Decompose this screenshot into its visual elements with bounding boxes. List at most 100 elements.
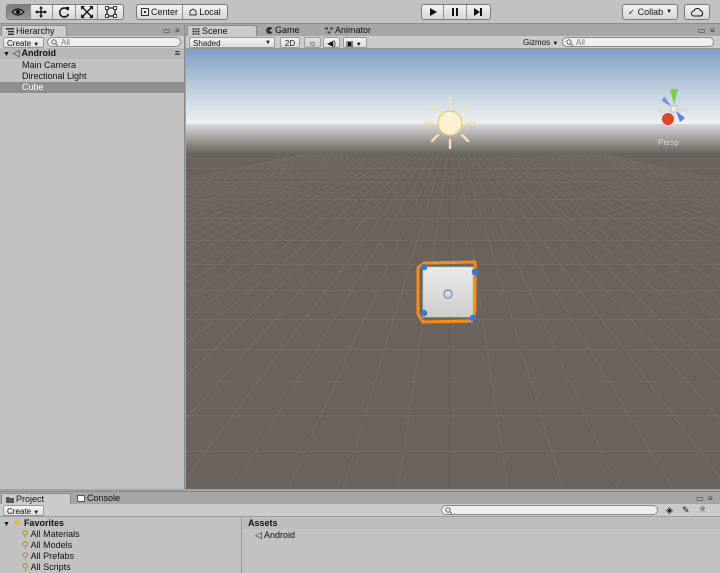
scene-subbar: Shaded ▼ 2D ☼ ◀) ▣ ▼ Gizmos ▼ All (186, 36, 720, 49)
hierarchy-item-directional-light[interactable]: Directional Light (0, 71, 184, 82)
scene-lighting-toggle[interactable]: ☼ (304, 37, 321, 48)
tab-hierarchy-label: Hierarchy (16, 26, 55, 36)
cube-handle[interactable] (469, 314, 477, 322)
collab-button[interactable]: ✓ Collab ▼ (623, 5, 677, 19)
gizmos-dropdown[interactable]: Gizmos ▼ (520, 37, 560, 48)
favorite-item[interactable]: ⚲ All Materials (22, 529, 80, 540)
tab-project[interactable]: Project (1, 493, 71, 504)
project-subbar: Create ▼ ◈ ✎ ★ (0, 504, 720, 517)
chevron-down-icon: ▼ (33, 510, 40, 516)
directional-light-icon[interactable] (423, 96, 477, 150)
scene-panel: Scene Game Animator ▭ ≡ Shaded ▼ 2D ☼ ◀)… (186, 24, 720, 489)
space-local-button[interactable]: Local (183, 5, 227, 19)
scene-canvas[interactable]: Persp (186, 49, 720, 489)
speaker-icon: ◀) (327, 39, 336, 48)
tab-console[interactable]: Console (73, 493, 133, 504)
collab-check-icon: ✓ (627, 7, 635, 17)
scene-search-input[interactable]: All (562, 37, 714, 47)
play-icon[interactable] (422, 5, 445, 19)
assets-header: Assets (248, 518, 278, 528)
favorite-item[interactable]: ⚲ All Models (22, 540, 72, 551)
hierarchy-tabbar: Hierarchy ▭ ≡ (0, 24, 184, 36)
project-search-input[interactable] (441, 505, 658, 515)
cube-object[interactable] (416, 260, 479, 324)
scene-root-row[interactable]: ▼ ◁ Android ≡ (0, 48, 184, 59)
create-label: Create (7, 39, 32, 48)
hierarchy-item-label: Directional Light (22, 71, 87, 81)
collab-dropdown[interactable]: ✓ Collab ▼ (622, 4, 678, 20)
gizmo-persp-label: Persp (658, 138, 679, 147)
saved-search-star-icon[interactable]: ★ (698, 504, 707, 515)
unity-scene-icon: ◁ (255, 530, 262, 540)
search-icon: ⚲ (22, 562, 29, 573)
main-toolbar: Center Local ✓ Collab ▼ (0, 0, 720, 24)
project-panel: Project Console ▭ ≡ Create ▼ ◈ ✎ ★ ▼ ★ F… (0, 491, 720, 573)
toggle-2d-button[interactable]: 2D (280, 37, 300, 48)
scene-tabbar: Scene Game Animator ▭ ≡ (186, 24, 720, 36)
lock-icon[interactable]: ▭ (163, 26, 171, 35)
scene-viewport[interactable]: Persp (186, 49, 720, 489)
search-icon: ⚲ (22, 540, 29, 551)
shading-mode-value: Shaded (193, 39, 221, 48)
pause-icon[interactable] (444, 5, 467, 19)
panel-menu-icon[interactable]: ≡ (175, 26, 180, 35)
panel-menu-icon[interactable]: ≡ (710, 26, 715, 35)
console-icon (77, 495, 85, 502)
playback-controls (421, 4, 491, 20)
scene-audio-toggle[interactable]: ◀) (323, 37, 340, 48)
favorite-item[interactable]: ⚲ All Prefabs (22, 551, 74, 562)
hierarchy-search-input[interactable]: All (47, 37, 181, 47)
scene-menu-icon[interactable]: ≡ (175, 48, 180, 59)
cube-handle[interactable] (420, 263, 428, 271)
game-pacman-icon (266, 27, 273, 34)
pivot-icon (140, 8, 149, 16)
hierarchy-item-cube[interactable]: Cube (0, 82, 184, 93)
filter-by-type-icon[interactable]: ◈ (666, 505, 673, 516)
cloud-button[interactable] (684, 4, 710, 20)
tab-hierarchy[interactable]: Hierarchy (1, 25, 67, 36)
favorite-item[interactable]: ⚲ All Scripts (22, 562, 71, 573)
tab-scene[interactable]: Scene (187, 25, 257, 36)
cube-handle[interactable] (471, 268, 479, 276)
rotate-icon[interactable] (53, 5, 76, 19)
chevron-down-icon: ▼ (552, 41, 559, 47)
assets-breadcrumb[interactable]: Assets (243, 518, 720, 529)
shading-mode-dropdown[interactable]: Shaded ▼ (189, 37, 275, 48)
step-icon[interactable] (467, 5, 490, 19)
expand-arrow-icon[interactable]: ▼ (3, 51, 10, 58)
project-create-button[interactable]: Create ▼ (3, 505, 44, 516)
asset-item[interactable]: ◁ Android (255, 530, 295, 541)
search-icon: ⚲ (22, 551, 29, 562)
cube-handle[interactable] (420, 309, 428, 317)
project-folder-tree: ▼ ★ Favorites ⚲ All Materials ⚲ All Mode… (0, 517, 242, 573)
search-icon (445, 507, 453, 514)
search-icon (566, 39, 574, 46)
tab-animator[interactable]: Animator (321, 25, 391, 36)
scene-effects-dropdown[interactable]: ▣ ▼ (343, 37, 367, 48)
tab-animator-label: Animator (335, 25, 372, 35)
lock-icon[interactable]: ▭ (698, 26, 706, 35)
filter-by-label-icon[interactable]: ✎ (682, 505, 690, 516)
tab-game[interactable]: Game (261, 25, 321, 36)
scene-search-placeholder: All (576, 38, 585, 47)
pivot-center-button[interactable]: Center (137, 5, 183, 19)
rect-transform-icon[interactable] (98, 5, 123, 19)
favorites-header[interactable]: ▼ ★ Favorites (3, 518, 64, 529)
hierarchy-create-button[interactable]: Create ▼ (3, 37, 44, 48)
cloud-icon[interactable] (685, 5, 709, 19)
eye-icon[interactable] (7, 5, 31, 19)
expand-arrow-icon[interactable]: ▼ (3, 521, 10, 528)
asset-item-label: Android (263, 530, 295, 540)
hierarchy-item-label: Cube (22, 82, 44, 92)
hierarchy-item-main-camera[interactable]: Main Camera (0, 60, 184, 71)
space-label: Local (199, 7, 221, 17)
collab-label: Collab (637, 7, 664, 17)
folder-icon (6, 497, 14, 503)
animator-icon (325, 27, 333, 34)
move-arrows-icon[interactable] (31, 5, 54, 19)
panel-menu-icon[interactable]: ≡ (708, 494, 713, 503)
scale-icon[interactable] (76, 5, 99, 19)
favorite-item-label: All Scripts (30, 562, 71, 572)
favorites-label: Favorites (23, 518, 64, 528)
lock-icon[interactable]: ▭ (696, 494, 704, 503)
